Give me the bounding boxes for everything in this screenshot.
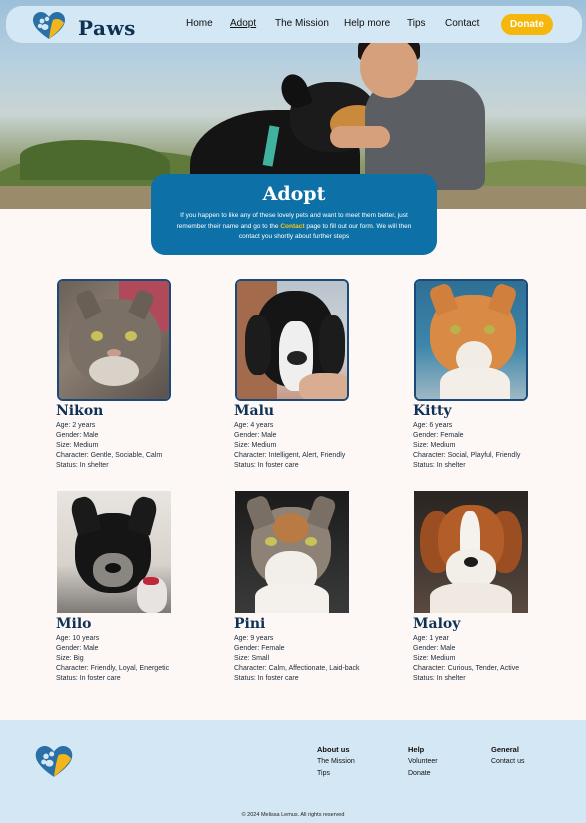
pet-name: Pini xyxy=(234,616,266,632)
intro-text: If you happen to like any of these lovel… xyxy=(171,211,417,243)
pet-character: Character: Calm, Affectionate, Laid-back xyxy=(234,665,360,672)
pet-status: Status: In foster care xyxy=(234,675,299,682)
pet-size: Size: Medium xyxy=(413,655,456,662)
footer-link-donate[interactable]: Donate xyxy=(408,770,431,777)
nav-contact[interactable]: Contact xyxy=(445,18,479,29)
footer-heading-help: Help xyxy=(408,745,425,754)
pet-age: Age: 1 year xyxy=(413,635,449,642)
pet-status: Status: In shelter xyxy=(413,675,466,682)
page-title: Adopt xyxy=(262,183,326,205)
pet-name: Kitty xyxy=(413,403,452,419)
pet-gender: Gender: Male xyxy=(56,432,99,439)
pet-photo[interactable] xyxy=(235,491,349,613)
pet-age: Age: 6 years xyxy=(413,422,453,429)
pet-character: Character: Friendly, Loyal, Energetic xyxy=(56,665,170,672)
footer-link-the-mission[interactable]: The Mission xyxy=(317,758,355,765)
pet-character: Character: Gentle, Sociable, Calm xyxy=(56,452,163,459)
copyright: © 2024 Melissa Lemus. All rights reserve… xyxy=(241,812,345,818)
paw-heart-icon[interactable] xyxy=(33,12,65,40)
pet-name: Nikon xyxy=(56,403,104,419)
nav-tips[interactable]: Tips xyxy=(407,18,426,29)
pet-age: Age: 4 years xyxy=(234,422,274,429)
pet-age: Age: 9 years xyxy=(234,635,274,642)
pet-photo[interactable] xyxy=(414,279,528,401)
footer-link-volunteer[interactable]: Volunteer xyxy=(408,758,438,765)
pet-name: Malu xyxy=(234,403,275,419)
pet-status: Status: In shelter xyxy=(413,462,466,469)
contact-link[interactable]: Contact xyxy=(280,223,304,230)
pet-gender: Gender: Male xyxy=(234,432,277,439)
nav-home[interactable]: Home xyxy=(186,18,213,29)
pet-age: Age: 2 years xyxy=(56,422,96,429)
nav-the-mission[interactable]: The Mission xyxy=(275,18,329,29)
pet-photo[interactable] xyxy=(414,491,528,613)
footer-heading-general: General xyxy=(491,745,519,754)
pet-status: Status: In foster care xyxy=(234,462,299,469)
pet-status: Status: In foster care xyxy=(56,675,121,682)
pet-gender: Gender: Female xyxy=(234,645,285,652)
footer-link-contact-us[interactable]: Contact us xyxy=(491,758,524,765)
pet-gender: Gender: Male xyxy=(413,645,456,652)
pet-size: Size: Small xyxy=(234,655,270,662)
pet-size: Size: Medium xyxy=(56,442,99,449)
pet-character: Character: Curious, Tender, Active xyxy=(413,665,520,672)
pet-status: Status: In shelter xyxy=(56,462,109,469)
paw-heart-icon[interactable] xyxy=(35,746,73,778)
footer-link-tips[interactable]: Tips xyxy=(317,770,330,777)
pet-character: Character: Intelligent, Alert, Friendly xyxy=(234,452,346,459)
pet-gender: Gender: Male xyxy=(56,645,99,652)
pet-gender: Gender: Female xyxy=(413,432,464,439)
footer: About us The Mission Tips Help Volunteer… xyxy=(0,720,586,823)
nav-adopt[interactable]: Adopt xyxy=(230,18,256,29)
pet-size: Size: Big xyxy=(56,655,84,662)
pet-photo[interactable] xyxy=(57,279,171,401)
pet-name: Maloy xyxy=(413,616,461,632)
pet-age: Age: 10 years xyxy=(56,635,100,642)
donate-button[interactable]: Donate xyxy=(501,14,553,35)
nav-help-more[interactable]: Help more xyxy=(344,18,390,29)
pet-photo[interactable] xyxy=(57,491,171,613)
pet-photo[interactable] xyxy=(235,279,349,401)
brand-name[interactable]: Paws xyxy=(78,16,136,40)
adopt-intro-card: Adopt If you happen to like any of these… xyxy=(151,174,437,255)
top-navigation: Paws Home Adopt The Mission Help more Ti… xyxy=(6,6,582,43)
pet-size: Size: Medium xyxy=(413,442,456,449)
footer-heading-about: About us xyxy=(317,745,350,754)
pet-character: Character: Social, Playful, Friendly xyxy=(413,452,521,459)
pet-name: Milo xyxy=(56,616,92,632)
pet-size: Size: Medium xyxy=(234,442,277,449)
